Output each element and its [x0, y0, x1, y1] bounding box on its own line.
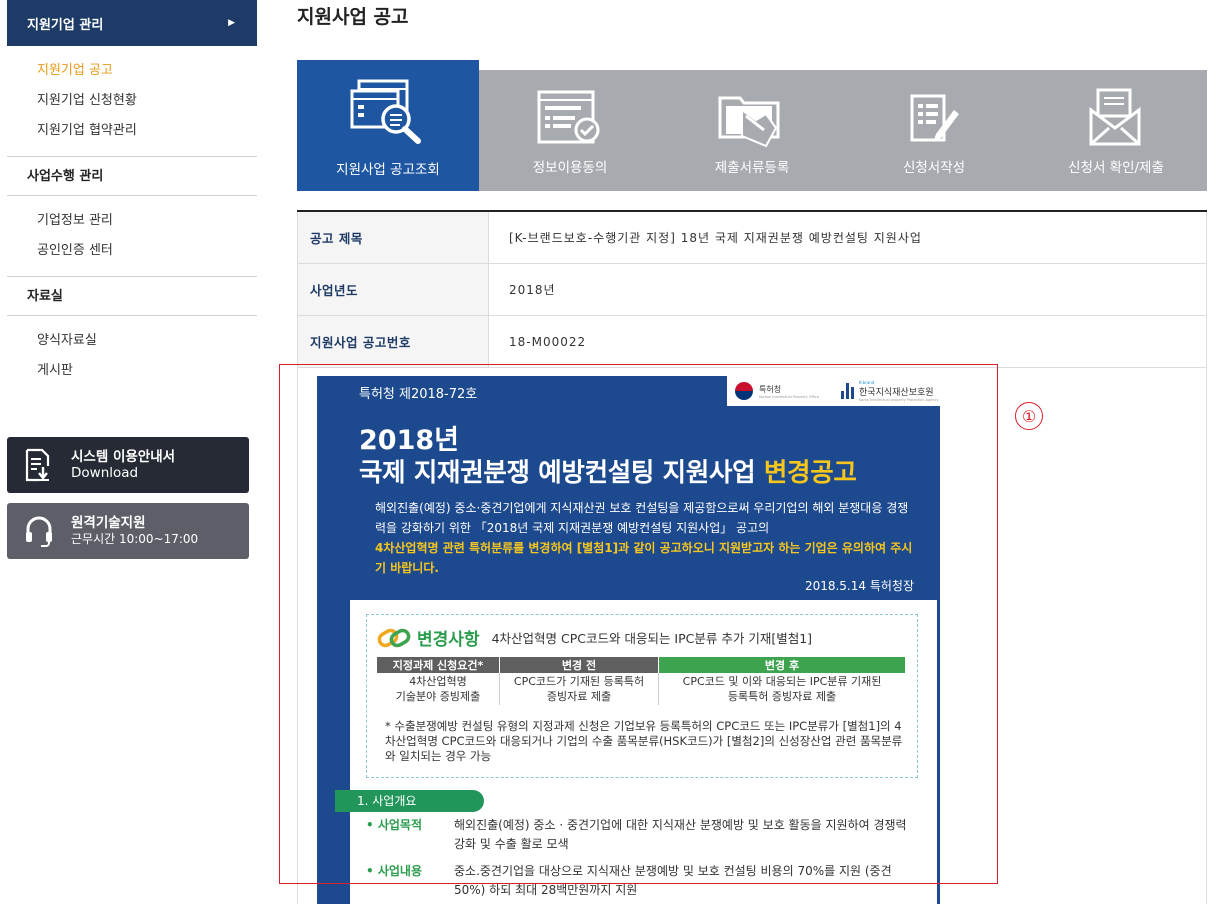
search-document-icon: [350, 79, 426, 144]
download-document-icon: [7, 448, 71, 482]
chevron-right-icon: ▶: [228, 18, 235, 28]
info-value: 2018년: [489, 264, 1207, 315]
sidebar-item-board[interactable]: 게시판: [37, 356, 257, 386]
step-label: 제출서류등록: [714, 160, 790, 176]
info-row-title: 공고 제목 [K-브랜드보호-수행기관 지정] 18년 국제 지재권분쟁 예방컨…: [297, 212, 1207, 264]
annotation-highlight-box: [279, 364, 998, 884]
sidebar-item-agreement-management[interactable]: 지원기업 협약관리: [37, 116, 257, 146]
info-key: 공고 제목: [297, 212, 489, 263]
step-label: 정보이용동의: [532, 160, 608, 176]
sidebar-item-certificate-center[interactable]: 공인인증 센터: [37, 236, 257, 266]
write-form-icon: [906, 86, 962, 150]
notice-info-table: 공고 제목 [K-브랜드보호-수행기관 지정] 18년 국제 지재권분쟁 예방컨…: [297, 210, 1207, 368]
sidebar-item-application-status[interactable]: 지원기업 신청현황: [37, 86, 257, 116]
step-label: 신청서 확인/제출: [1068, 160, 1164, 176]
info-row-year: 사업년도 2018년: [297, 264, 1207, 316]
download-guide-button[interactable]: 시스템 이용안내서 Download: [7, 437, 249, 493]
step-notice-search[interactable]: 지원사업 공고조회: [297, 60, 479, 191]
remote-support-hours: 근무시간 10:00~17:00: [71, 532, 199, 546]
sidebar-head-label: 지원기업 관리: [27, 17, 104, 33]
step-write-application[interactable]: 신청서작성: [843, 70, 1025, 191]
info-key: 지원사업 공고번호: [297, 316, 489, 367]
sidebar: 지원기업 관리 ▶ 지원기업 공고 지원기업 신청현황 지원기업 협약관리 사업…: [7, 0, 257, 396]
process-steps: 지원사업 공고조회 정보이용동의 제출서류등록 신청서작성 신청서 확인/제출: [297, 60, 1207, 191]
step-document-upload[interactable]: 제출서류등록: [661, 70, 843, 191]
step-confirm-submit[interactable]: 신청서 확인/제출: [1025, 70, 1207, 191]
remote-support-title: 원격기술지원: [71, 515, 146, 531]
page-title: 지원사업 공고: [297, 6, 409, 28]
step-info-consent[interactable]: 정보이용동의: [479, 70, 661, 191]
envelope-icon: [1088, 86, 1144, 150]
sidebar-section-project[interactable]: 사업수행 관리: [7, 156, 257, 196]
checklist-icon: [537, 86, 603, 150]
info-value: [K-브랜드보호-수행기관 지정] 18년 국제 지재권분쟁 예방컨설팅 지원사…: [489, 212, 1207, 263]
sidebar-item-forms[interactable]: 양식자료실: [37, 326, 257, 356]
headset-icon: [7, 515, 71, 547]
step-label: 신청서작성: [902, 160, 966, 176]
sidebar-item-support-notice[interactable]: 지원기업 공고: [37, 56, 257, 86]
remote-support-button[interactable]: 원격기술지원 근무시간 10:00~17:00: [7, 503, 249, 559]
sidebar-submenu-archive: 양식자료실 게시판: [7, 316, 257, 396]
download-guide-sub: Download: [71, 465, 139, 481]
sidebar-submenu: 지원기업 공고 지원기업 신청현황 지원기업 협약관리: [7, 46, 257, 156]
sidebar-head-support-company[interactable]: 지원기업 관리 ▶: [7, 0, 257, 46]
sidebar-section-archive[interactable]: 자료실: [7, 276, 257, 316]
sidebar-submenu-project: 기업정보 관리 공인인증 센터: [7, 196, 257, 276]
info-key: 사업년도: [297, 264, 489, 315]
download-guide-title: 시스템 이용안내서: [71, 449, 176, 465]
annotation-number-badge: ①: [1015, 402, 1043, 430]
sidebar-item-company-info[interactable]: 기업정보 관리: [37, 206, 257, 236]
step-label: 지원사업 공고조회: [336, 162, 440, 178]
info-row-number: 지원사업 공고번호 18-M00022: [297, 316, 1207, 368]
info-value: 18-M00022: [489, 316, 1207, 367]
document-upload-icon: [716, 86, 788, 150]
